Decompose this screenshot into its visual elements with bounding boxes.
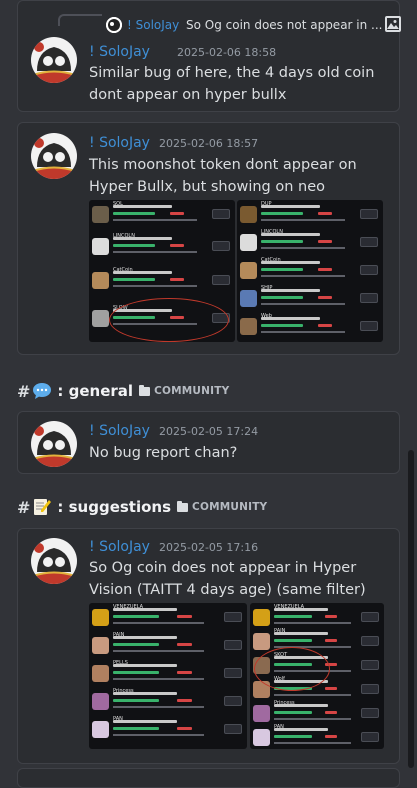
shot-label: Princess [113, 688, 134, 694]
channel-name[interactable]: : suggestions [57, 498, 171, 516]
message-author[interactable]: ! SoloJay [89, 423, 150, 439]
shot-label: PAN [274, 724, 284, 730]
avatar[interactable] [31, 133, 77, 179]
shot-label: DUP [261, 201, 272, 207]
image-attachment-icon [385, 16, 401, 32]
shot-label: LINCOLN [261, 229, 283, 235]
channel-header-suggestions[interactable]: # : suggestions COMMUNITY [17, 496, 267, 518]
reply-author[interactable]: ! SoloJay [127, 18, 179, 32]
shot-label: SOL [113, 201, 123, 207]
attachment-image-right[interactable]: DUP LINCOLN CatCoin SHIP Web [237, 200, 383, 342]
reply-avatar[interactable] [106, 17, 122, 33]
shot-label: SHIP [261, 285, 273, 291]
shot-label: CatCoin [113, 267, 133, 273]
message-card-1: ! SoloJay So Og coin does not appear in … [17, 0, 401, 112]
message-author[interactable]: ! SoloJay [89, 44, 150, 60]
message-timestamp: 2025-02-05 17:24 [159, 425, 259, 438]
memo-icon [32, 498, 52, 516]
message-timestamp: 2025-02-06 18:58 [177, 46, 277, 59]
shot-label: PAIN [274, 628, 286, 634]
message-timestamp: 2025-02-05 17:16 [159, 541, 259, 554]
message-card-3: ! SoloJay 2025-02-05 17:24 No bug report… [17, 411, 400, 474]
shot-label: VENEZUELA [113, 604, 144, 610]
attachment-image-right[interactable]: VENEZUELA PAIN SKOT Wolf Princess PAN [250, 603, 384, 749]
message-text: This moonshot token dont appear on Hyper… [89, 157, 357, 195]
reply-connector [58, 14, 102, 26]
reply-preview[interactable]: So Og coin does not appear in ... [186, 18, 383, 32]
channel-category: COMMUNITY [192, 501, 268, 513]
message-card-4: ! SoloJay 2025-02-05 17:16 So Og coin do… [17, 528, 400, 764]
channel-hash: # [17, 497, 31, 517]
shot-label: PAIN [113, 632, 125, 638]
channel-category: COMMUNITY [154, 385, 230, 397]
folder-icon [177, 500, 189, 512]
avatar[interactable] [31, 421, 77, 467]
speech-bubble-icon [32, 382, 52, 400]
folder-icon [139, 384, 151, 396]
message-text: Similar bug of here, the 4 days old coin… [89, 65, 375, 103]
shot-label: Web [261, 313, 272, 319]
highlight-circle [254, 647, 330, 691]
shot-label: PELLS [113, 660, 128, 666]
shot-label: PAN [113, 716, 123, 722]
shot-label: Princess [274, 700, 295, 706]
avatar[interactable] [31, 538, 77, 584]
message-author[interactable]: ! SoloJay [89, 135, 150, 151]
scrollbar-thumb[interactable] [408, 450, 414, 768]
shot-label: CatCoin [261, 257, 281, 263]
message-card-2: ! SoloJay 2025-02-06 18:57 This moonshot… [17, 122, 400, 355]
message-author[interactable]: ! SoloJay [89, 539, 150, 555]
message-text: So Og coin does not appear in Hyper Visi… [89, 560, 366, 598]
attachment-image-left[interactable]: VENEZUELA PAIN PELLS Princess PAN [89, 603, 247, 749]
shot-label: VENEZUELA [274, 604, 305, 610]
message-card-5-partial [17, 768, 400, 788]
highlight-circle [109, 298, 229, 342]
shot-label: LINCOLN [113, 233, 135, 239]
avatar[interactable] [31, 37, 77, 83]
channel-header-general[interactable]: # : general COMMUNITY [17, 380, 229, 402]
message-timestamp: 2025-02-06 18:57 [159, 137, 259, 150]
attachment-image-left[interactable]: SOL LINCOLN CatCoin SLOW [89, 200, 235, 342]
channel-name[interactable]: : general [57, 382, 133, 400]
message-text: No bug report chan? [89, 445, 238, 461]
channel-hash: # [17, 381, 31, 401]
